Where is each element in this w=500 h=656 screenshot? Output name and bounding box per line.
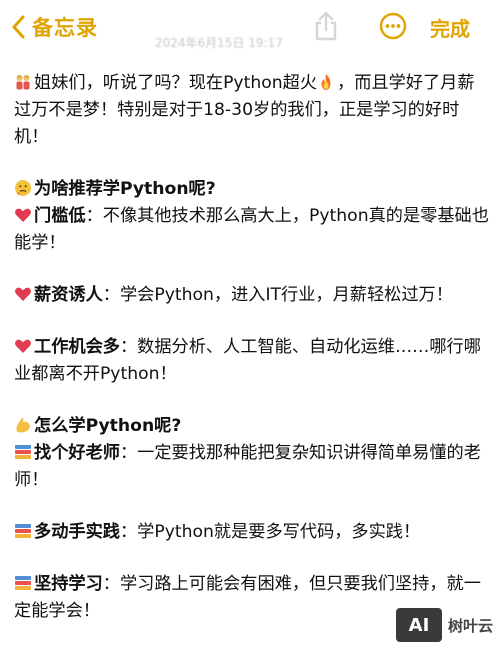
- chevron-left-icon: [12, 15, 25, 39]
- section-heading-how-text: 怎么学Python呢?: [34, 416, 182, 436]
- tip-teacher: 找个好老师：一定要找那种能把复杂知识讲得简单易懂的老师！: [14, 440, 490, 494]
- tip-practice-title: 多动手实践: [34, 522, 120, 542]
- navigation-bar: 备忘录 完成 2024年6月15日 19:17: [0, 0, 500, 56]
- books-icon: [15, 576, 31, 590]
- intro-paragraph: 姐妹们，听说了吗？现在Python超火 ，而且学好了月薪过万不是梦！特别是对于1…: [14, 70, 490, 151]
- share-icon: [315, 11, 337, 41]
- books-icon: [15, 524, 31, 538]
- heart-icon: [15, 208, 31, 222]
- reason-low-barrier: 门槛低：不像其他技术那么高大上，Python真的是零基础也能学！: [14, 203, 490, 257]
- two-women-icon: [16, 75, 30, 90]
- share-button[interactable]: [312, 10, 340, 46]
- intro-text-a: 姐妹们，听说了吗？现在Python超火: [34, 73, 318, 93]
- reason-salary-text: ：学会Python，进入IT行业，月薪轻松过万！: [102, 285, 453, 305]
- ellipsis-circle-icon: [379, 12, 407, 40]
- flexed-biceps-icon: [16, 418, 30, 433]
- more-options-button[interactable]: [379, 12, 407, 44]
- thinking-face-icon: [15, 180, 31, 196]
- watermark-brand: 树叶云: [448, 616, 494, 635]
- books-icon: [15, 445, 31, 459]
- reason-salary: 薪资诱人：学会Python，进入IT行业，月薪轻松过万！: [14, 282, 490, 309]
- section-heading-why-text: 为啥推荐学Python呢?: [34, 179, 216, 199]
- note-date: 2024年6月15日 19:17: [155, 36, 283, 50]
- reason-low-barrier-title: 门槛低: [34, 206, 86, 226]
- reason-jobs: 工作机会多：数据分析、人工智能、自动化运维……哪行哪业都离不开Python！: [14, 334, 490, 388]
- back-button[interactable]: 备忘录: [12, 12, 98, 42]
- reason-jobs-title: 工作机会多: [34, 337, 120, 357]
- watermark-logo: AI: [396, 608, 442, 642]
- tip-practice: 多动手实践：学Python就是要多写代码，多实践！: [14, 519, 490, 546]
- tip-teacher-title: 找个好老师: [34, 443, 120, 463]
- section-heading-why: 为啥推荐学Python呢?: [14, 176, 490, 203]
- back-label: 备忘录: [32, 16, 98, 40]
- done-button[interactable]: 完成: [430, 13, 470, 42]
- note-body[interactable]: 姐妹们，听说了吗？现在Python超火 ，而且学好了月薪过万不是梦！特别是对于1…: [14, 70, 490, 625]
- reason-salary-title: 薪资诱人: [34, 285, 103, 305]
- section-heading-how: 怎么学Python呢?: [14, 413, 490, 440]
- fire-icon: [321, 74, 331, 90]
- heart-icon: [15, 287, 31, 301]
- heart-icon: [15, 339, 31, 353]
- watermark: AI 树叶云: [396, 608, 493, 642]
- reason-low-barrier-text: ：不像其他技术那么高大上，Python真的是零基础也能学！: [14, 206, 489, 253]
- tip-persist-title: 坚持学习: [34, 574, 103, 594]
- tip-practice-text: ：学Python就是要多写代码，多实践！: [119, 522, 421, 542]
